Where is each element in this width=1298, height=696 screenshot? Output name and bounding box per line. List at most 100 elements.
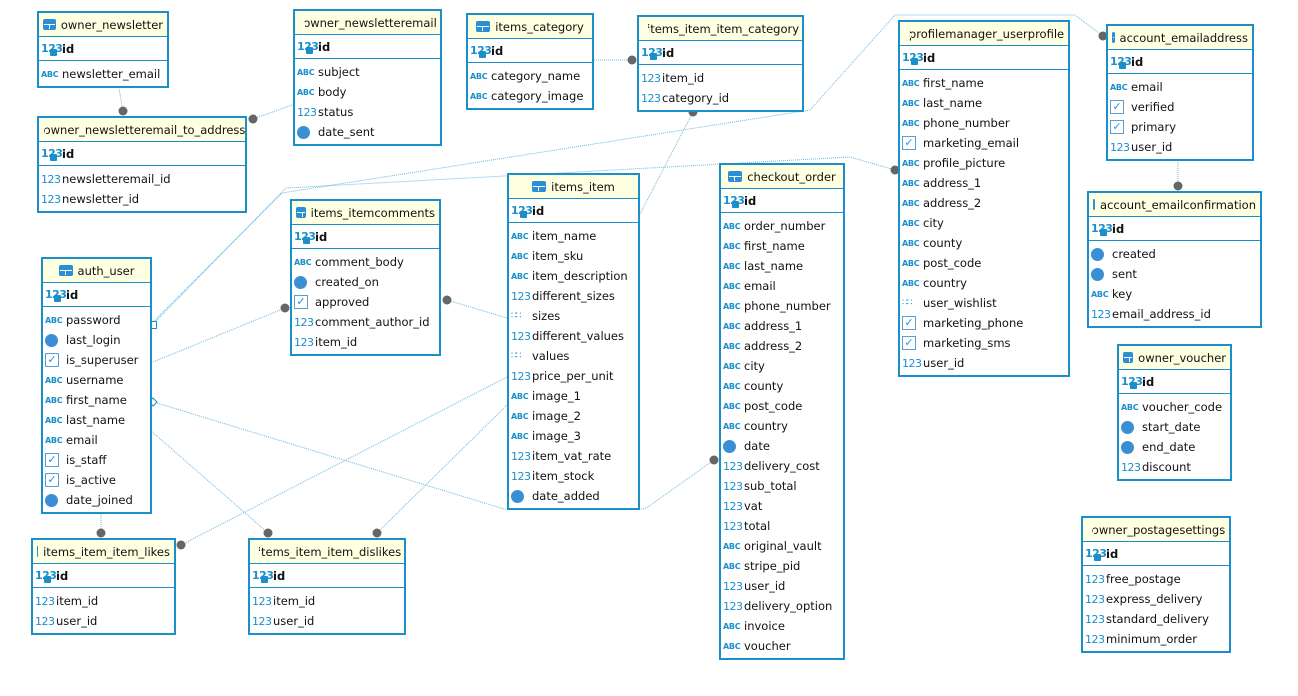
link-user-to-dislikes[interactable] <box>149 429 269 534</box>
table-header[interactable]: checkout_order <box>721 165 843 189</box>
column-row[interactable]: ABC newsletter_email <box>39 64 167 84</box>
table-items-item-item-dislikes[interactable]: items_item_item_dislikes 123 id 123 item_id 1… <box>248 538 406 635</box>
primary-key-row[interactable]: 123 id <box>43 283 150 307</box>
column-row[interactable]: ABC key <box>1089 284 1260 304</box>
column-row[interactable]: ABC post_code <box>721 396 843 416</box>
table-items-itemcomments[interactable]: items_itemcomments 123 id ABC comment_body cr… <box>290 199 441 356</box>
table-header[interactable]: owner_voucher <box>1119 346 1230 370</box>
column-row[interactable]: 123 delivery_option <box>721 596 843 616</box>
column-row[interactable]: ABC username <box>43 370 150 390</box>
column-row[interactable]: 123 item_id <box>639 68 802 88</box>
column-row[interactable]: 123 sub_total <box>721 476 843 496</box>
column-row[interactable]: sizes <box>509 306 638 326</box>
column-row[interactable]: ABC password <box>43 310 150 330</box>
primary-key-row[interactable]: 123 id <box>1119 370 1230 394</box>
column-row[interactable]: marketing_email <box>900 133 1068 153</box>
column-row[interactable]: ABC address_2 <box>721 336 843 356</box>
primary-key-row[interactable]: 123 id <box>295 35 440 59</box>
column-row[interactable]: ABC address_1 <box>721 316 843 336</box>
column-row[interactable]: 123 user_id <box>900 353 1068 373</box>
table-checkout-order[interactable]: checkout_order 123 id ABC order_number ABC fir… <box>719 163 845 660</box>
column-row[interactable]: ABC profile_picture <box>900 153 1068 173</box>
column-row[interactable]: ABC invoice <box>721 616 843 636</box>
column-row[interactable]: date_joined <box>43 490 150 510</box>
column-row[interactable]: marketing_phone <box>900 313 1068 333</box>
column-row[interactable]: ABC voucher <box>721 636 843 656</box>
column-row[interactable]: 123 total <box>721 516 843 536</box>
link-user-to-itemcomments[interactable] <box>152 307 286 363</box>
column-row[interactable]: user_wishlist <box>900 293 1068 313</box>
column-row[interactable]: 123 comment_author_id <box>292 312 439 332</box>
column-row[interactable]: sent <box>1089 264 1260 284</box>
column-row[interactable]: ABC first_name <box>43 390 150 410</box>
primary-key-row[interactable]: 123 id <box>468 39 592 63</box>
column-row[interactable]: ABC body <box>295 82 440 102</box>
column-row[interactable]: created <box>1089 244 1260 264</box>
table-header[interactable]: items_item <box>509 175 638 199</box>
column-row[interactable]: 123 newsletteremail_id <box>39 169 245 189</box>
column-row[interactable]: ABC subject <box>295 62 440 82</box>
column-row[interactable]: ABC city <box>900 213 1068 233</box>
primary-key-row[interactable]: 123 id <box>1083 542 1229 566</box>
column-row[interactable]: ABC post_code <box>900 253 1068 273</box>
primary-key-row[interactable]: 123 id <box>39 142 245 166</box>
column-row[interactable]: ABC city <box>721 356 843 376</box>
column-row[interactable]: ABC last_name <box>721 256 843 276</box>
table-account-emailaddress[interactable]: account_emailaddress123idABCemailverifie… <box>1106 24 1254 161</box>
column-row[interactable]: 123 newsletter_id <box>39 189 245 209</box>
column-row[interactable]: 123 discount <box>1119 457 1230 477</box>
column-row[interactable]: 123 delivery_cost <box>721 456 843 476</box>
link-newsletteremail-to-address[interactable] <box>252 104 293 120</box>
column-row[interactable]: ABC address_1 <box>900 173 1068 193</box>
column-row[interactable]: ABC address_2 <box>900 193 1068 213</box>
primary-key-row[interactable]: 123 id <box>509 199 638 223</box>
primary-key-row[interactable]: 123 id <box>292 225 439 249</box>
table-items-item[interactable]: items_item 123 id ABC item_name ABC item_sku AB… <box>507 173 640 510</box>
column-row[interactable]: ABC first_name <box>900 73 1068 93</box>
table-header[interactable]: items_item_item_category <box>639 17 802 41</box>
table-profilemanager-userprofile[interactable]: profilemanager_userprofile 123 id ABC first_… <box>898 20 1070 377</box>
column-row[interactable]: ABC category_name <box>468 66 592 86</box>
table-header[interactable]: owner_newsletteremail <box>295 11 440 35</box>
column-row[interactable]: 123 item_stock <box>509 466 638 486</box>
column-row[interactable]: last_login <box>43 330 150 350</box>
column-row[interactable]: ABC phone_number <box>721 296 843 316</box>
column-row[interactable]: is_staff <box>43 450 150 470</box>
column-row[interactable]: verified <box>1108 97 1252 117</box>
column-row[interactable]: is_superuser <box>43 350 150 370</box>
column-row[interactable]: 123 standard_delivery <box>1083 609 1229 629</box>
column-row[interactable]: primary <box>1108 117 1252 137</box>
column-row[interactable]: 123 user_id <box>721 576 843 596</box>
column-row[interactable]: created_on <box>292 272 439 292</box>
link-item-to-item-category[interactable] <box>639 111 694 215</box>
column-row[interactable]: 123 vat <box>721 496 843 516</box>
table-header[interactable]: items_itemcomments <box>292 201 439 225</box>
column-row[interactable]: ABC last_name <box>43 410 150 430</box>
table-header[interactable]: profilemanager_userprofile <box>900 22 1068 46</box>
column-row[interactable]: 123 user_id <box>33 611 174 631</box>
column-row[interactable]: ABC item_description <box>509 266 638 286</box>
table-owner-voucher[interactable]: owner_voucher 123 id ABC voucher_code start_d… <box>1117 344 1232 481</box>
primary-key-row[interactable]: 123 id <box>1089 217 1260 241</box>
column-row[interactable]: 123 email_address_id <box>1089 304 1260 324</box>
column-row[interactable]: 123 price_per_unit <box>509 366 638 386</box>
column-row[interactable]: values <box>509 346 638 366</box>
table-owner-newsletter[interactable]: owner_newsletter 123 id ABC newsletter_email <box>37 11 169 88</box>
column-row[interactable]: 123 item_vat_rate <box>509 446 638 466</box>
column-row[interactable]: ABC county <box>900 233 1068 253</box>
column-row[interactable]: approved <box>292 292 439 312</box>
table-auth-user[interactable]: auth_user123idABCpasswordlast_loginis_su… <box>41 257 152 514</box>
column-row[interactable]: ABC email <box>1108 77 1252 97</box>
column-row[interactable]: ABC image_3 <box>509 426 638 446</box>
table-header[interactable]: owner_postagesettings <box>1083 518 1229 542</box>
column-row[interactable]: ABC last_name <box>900 93 1068 113</box>
table-header[interactable]: account_emailaddress <box>1108 26 1252 50</box>
column-row[interactable]: ABC voucher_code <box>1119 397 1230 417</box>
column-row[interactable]: date <box>721 436 843 456</box>
table-owner-postagesettings[interactable]: owner_postagesettings 123 id 123 free_postag… <box>1081 516 1231 653</box>
link-itemcomments-to-item[interactable] <box>446 299 508 319</box>
primary-key-row[interactable]: 123 id <box>250 564 404 588</box>
table-account-emailconfirmation[interactable]: account_emailconfirmation 123 id created sen… <box>1087 191 1262 328</box>
table-items-category[interactable]: items_category 123 id ABC category_name ABC ca… <box>466 13 594 110</box>
column-row[interactable]: 123 user_id <box>250 611 404 631</box>
